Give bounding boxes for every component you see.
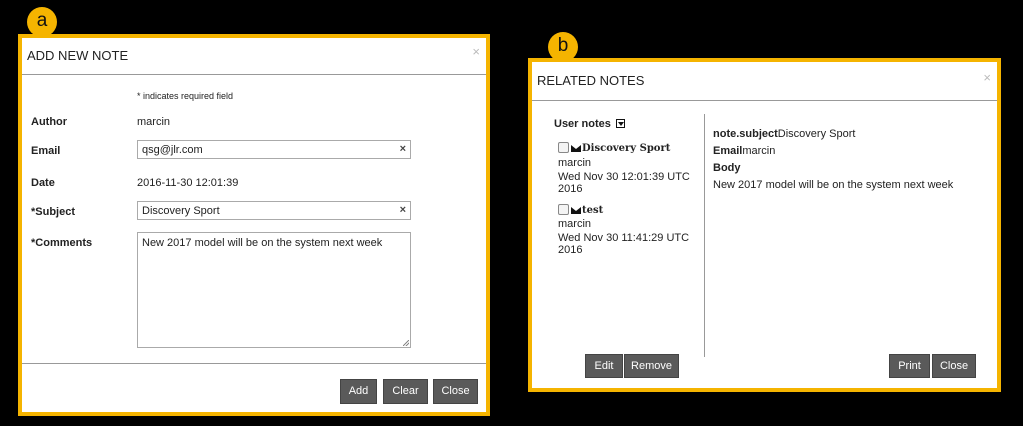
note-subject: Discovery Sport <box>582 143 671 154</box>
related-notes-dialog: RELATED NOTES × User notes Discovery Spo… <box>528 58 1001 392</box>
subject-field-value: Discovery Sport <box>142 205 220 217</box>
note-author: marcin <box>558 157 592 169</box>
envelope-icon <box>571 145 581 152</box>
detail-email-row: Emailmarcin <box>713 143 953 160</box>
detail-body-value: New 2017 model will be on the system nex… <box>713 179 954 191</box>
detail-email-key: Email <box>713 145 743 157</box>
list-item[interactable]: test marcin Wed Nov 30 11:41:29 UTC 2016 <box>558 202 708 258</box>
author-label: Author <box>31 116 68 128</box>
note-date-year: 2016 <box>558 183 583 195</box>
email-field-value: qsg@jlr.com <box>142 144 203 156</box>
detail-subject-key: note.subject <box>713 128 778 140</box>
subject-field[interactable]: Discovery Sport × <box>137 201 411 220</box>
dropdown-toggle-icon[interactable] <box>616 119 625 128</box>
detail-email-value: marcin <box>742 145 776 157</box>
detail-subject-value: Discovery Sport <box>777 128 856 140</box>
user-notes-label: User notes <box>554 118 611 130</box>
comments-textarea[interactable]: New 2017 model will be on the system nex… <box>137 232 411 348</box>
dialog-header: ADD NEW NOTE × <box>22 38 486 75</box>
clear-button[interactable]: Clear <box>383 379 428 404</box>
close-button[interactable]: Close <box>932 354 976 378</box>
close-icon[interactable]: × <box>472 44 480 59</box>
comments-value: New 2017 model will be on the system nex… <box>142 237 383 249</box>
note-date: Wed Nov 30 12:01:39 UTC <box>558 171 690 183</box>
note-detail: note.subjectDiscovery Sport Emailmarcin … <box>713 126 953 194</box>
comments-label: *Comments <box>31 237 93 249</box>
remove-button[interactable]: Remove <box>624 354 679 378</box>
envelope-icon <box>571 207 581 214</box>
detail-subject-row: note.subjectDiscovery Sport <box>713 126 953 143</box>
close-icon[interactable]: × <box>983 70 991 85</box>
add-button[interactable]: Add <box>340 379 377 404</box>
note-subject: test <box>582 205 604 216</box>
email-label: Email <box>31 145 61 157</box>
footer-divider <box>22 363 486 364</box>
note-date: Wed Nov 30 11:41:29 UTC <box>558 232 690 244</box>
add-note-dialog: ADD NEW NOTE × * indicates required fiel… <box>18 34 490 416</box>
note-checkbox[interactable] <box>558 142 569 153</box>
note-date-year: 2016 <box>558 244 583 256</box>
email-field[interactable]: qsg@jlr.com × <box>137 140 411 159</box>
detail-body-key: Body <box>713 162 741 174</box>
required-hint: * indicates required field <box>137 91 234 101</box>
subject-label: *Subject <box>31 206 76 218</box>
detail-body-row: Body <box>713 160 953 177</box>
note-checkbox[interactable] <box>558 204 569 215</box>
close-button[interactable]: Close <box>433 379 478 404</box>
column-divider <box>704 114 705 357</box>
dialog-header: RELATED NOTES × <box>532 62 997 101</box>
author-value: marcin <box>137 116 171 128</box>
clear-subject-icon[interactable]: × <box>400 204 406 216</box>
print-button[interactable]: Print <box>889 354 930 378</box>
note-author: marcin <box>558 218 592 230</box>
list-item[interactable]: Discovery Sport marcin Wed Nov 30 12:01:… <box>558 140 708 196</box>
date-label: Date <box>31 177 55 189</box>
dialog-title: ADD NEW NOTE <box>27 48 129 63</box>
dialog-title: RELATED NOTES <box>537 73 645 88</box>
edit-button[interactable]: Edit <box>585 354 623 378</box>
date-value: 2016-11-30 12:01:39 <box>137 177 239 189</box>
resize-grip-icon[interactable] <box>403 340 409 346</box>
label-badge-a: a <box>27 7 57 37</box>
clear-email-icon[interactable]: × <box>400 143 406 155</box>
